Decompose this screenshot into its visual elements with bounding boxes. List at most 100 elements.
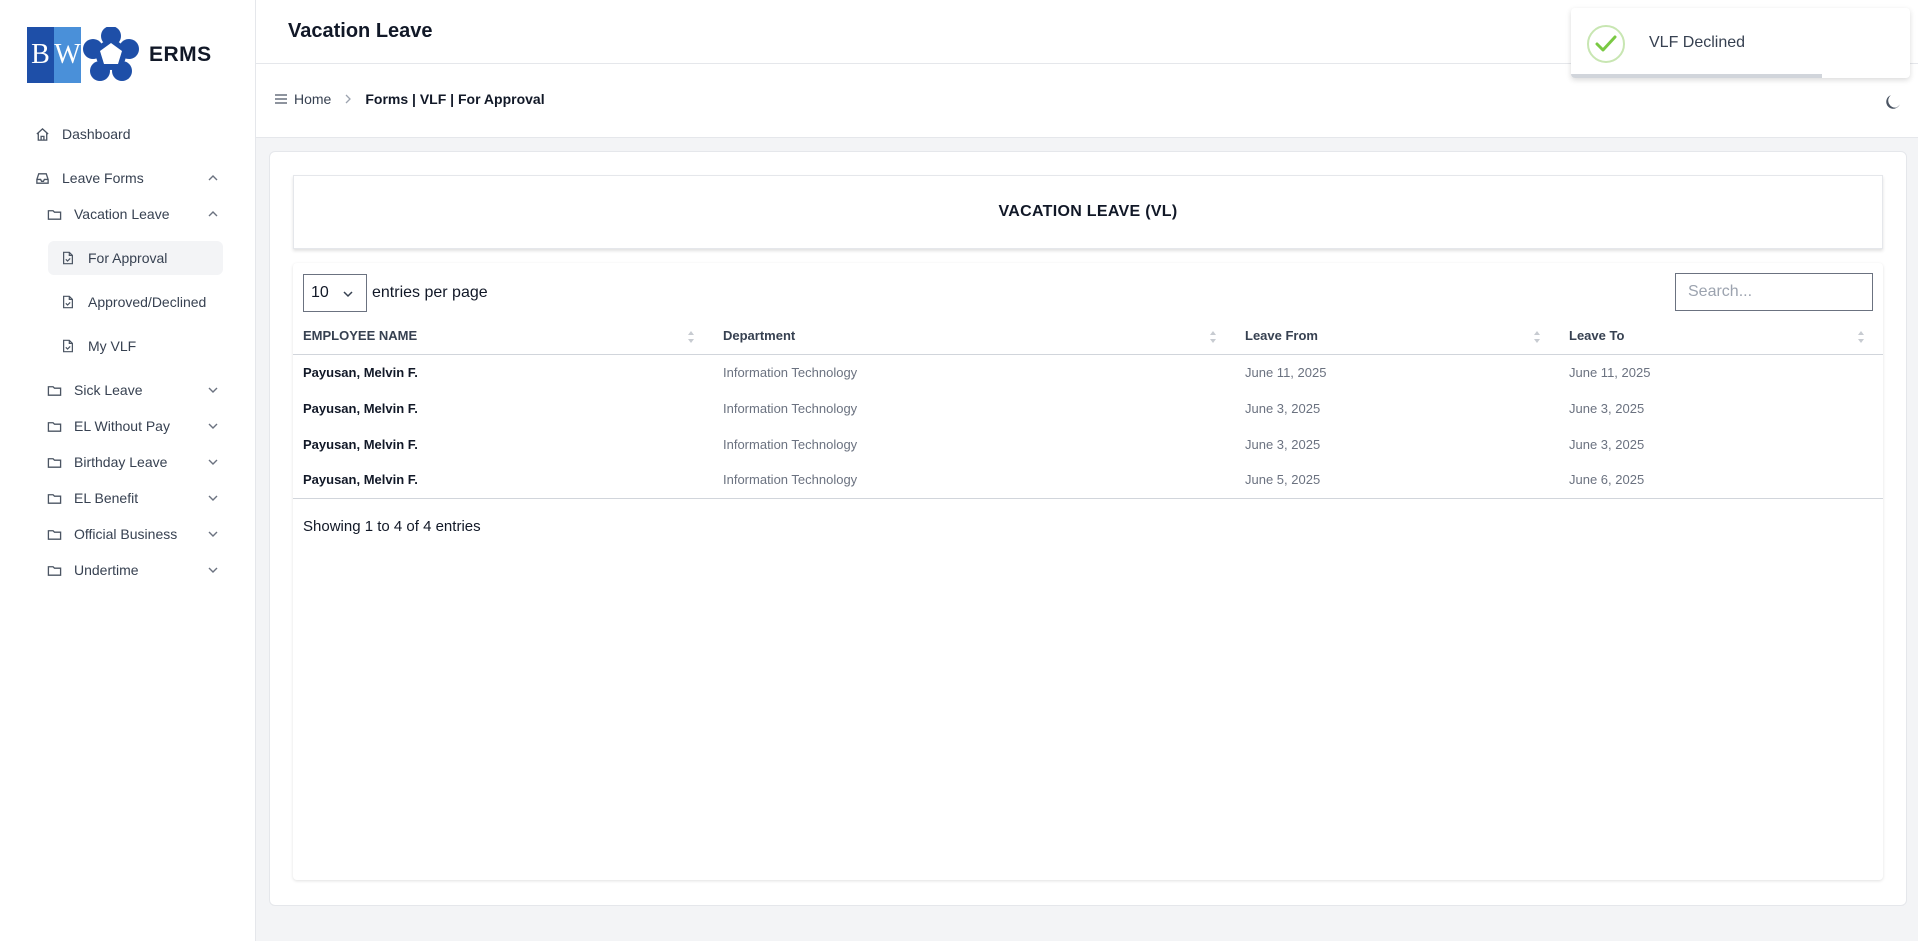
sidebar-item-birthday-leave[interactable]: Birthday Leave <box>46 452 220 472</box>
table-row[interactable]: Payusan, Melvin F. Information Technolog… <box>293 354 1883 390</box>
chevron-down-icon <box>206 563 220 577</box>
toast-notification[interactable]: VLF Declined <box>1571 8 1910 78</box>
column-header-label: Leave From <box>1245 328 1318 344</box>
table-row[interactable]: Payusan, Melvin F. Information Technolog… <box>293 390 1883 426</box>
cell-employee-name: Payusan, Melvin F. <box>303 364 418 380</box>
cell-leave-from: June 11, 2025 <box>1245 364 1327 380</box>
sort-icon <box>1857 330 1865 347</box>
sidebar-item-label: Birthday Leave <box>74 454 168 470</box>
sort-icon <box>1209 330 1217 347</box>
table-row[interactable]: Payusan, Melvin F. Information Technolog… <box>293 426 1883 462</box>
folder-icon <box>46 382 62 398</box>
cell-employee-name: Payusan, Melvin F. <box>303 400 418 416</box>
file-icon <box>60 338 76 354</box>
sidebar-item-label: EL Without Pay <box>74 418 170 434</box>
sidebar-item-label: Approved/Declined <box>88 294 207 310</box>
sort-icon <box>1533 330 1541 347</box>
cell-leave-to: June 6, 2025 <box>1559 462 1883 499</box>
sidebar-item-undertime[interactable]: Undertime <box>46 560 220 580</box>
sidebar-item-my-vlf[interactable]: My VLF <box>60 336 220 356</box>
cell-department: Information Technology <box>723 436 858 452</box>
sidebar-item-dashboard[interactable]: Dashboard <box>34 124 224 144</box>
sidebar-item-label: My VLF <box>88 338 137 354</box>
sidebar-item-for-approval[interactable]: For Approval <box>48 241 223 275</box>
file-icon <box>60 250 76 266</box>
sort-icon <box>687 330 695 347</box>
leave-table: EMPLOYEE NAME Department Leave From Leav… <box>293 318 1883 499</box>
logo-letter-w: W <box>54 27 81 83</box>
cell-leave-from: June 5, 2025 <box>1235 462 1559 499</box>
home-icon <box>34 126 50 142</box>
flower-logo-icon <box>81 27 141 83</box>
cell-department: Information Technology <box>713 462 1235 499</box>
sidebar-item-label: Official Business <box>74 526 178 542</box>
sidebar-item-approved-declined[interactable]: Approved/Declined <box>60 292 220 312</box>
breadcrumb-current: Forms | VLF | For Approval <box>365 91 545 107</box>
folder-icon <box>46 562 62 578</box>
app-name: ERMS <box>149 43 212 66</box>
sidebar-item-label: Vacation Leave <box>74 206 170 222</box>
entries-per-page: 10 entries per page <box>303 274 488 312</box>
cell-leave-to: June 3, 2025 <box>1569 400 1645 416</box>
sidebar-item-sick-leave[interactable]: Sick Leave <box>46 380 220 400</box>
success-check-icon <box>1587 25 1625 63</box>
sidebar-item-el-benefit[interactable]: EL Benefit <box>46 488 220 508</box>
cell-leave-from: June 3, 2025 <box>1245 436 1321 452</box>
toast-progress-bar <box>1571 74 1822 78</box>
sidebar-item-label: Undertime <box>74 562 139 578</box>
app-logo[interactable]: B W ERMS <box>27 27 212 83</box>
table-row[interactable]: Payusan, Melvin F. Information Technolog… <box>293 462 1883 499</box>
form-title-box: VACATION LEAVE (VL) <box>293 175 1883 249</box>
column-header-label: Leave To <box>1569 328 1625 344</box>
datatable: 10 entries per page EMPLOYEE NAME Depart… <box>293 263 1883 880</box>
chevron-up-icon <box>206 171 220 185</box>
cell-leave-to: June 11, 2025 <box>1569 364 1651 380</box>
sidebar-item-label: For Approval <box>88 250 168 266</box>
sidebar-item-label: Sick Leave <box>74 382 143 398</box>
file-icon <box>60 294 76 310</box>
sidebar-item-vacation-leave[interactable]: Vacation Leave <box>46 204 220 224</box>
folder-icon <box>46 526 62 542</box>
breadcrumb-home[interactable]: Home <box>294 91 331 107</box>
chevron-down-icon <box>206 419 220 433</box>
dark-mode-toggle-icon[interactable] <box>1884 93 1902 111</box>
cell-employee-name: Payusan, Melvin F. <box>303 436 418 452</box>
column-header-department[interactable]: Department <box>713 318 1235 355</box>
chevron-down-icon <box>206 455 220 469</box>
table-header-row: EMPLOYEE NAME Department Leave From Leav… <box>293 318 1883 355</box>
search-input[interactable] <box>1675 273 1873 311</box>
folder-icon <box>46 490 62 506</box>
cell-employee-name: Payusan, Melvin F. <box>293 462 713 499</box>
chevron-down-icon <box>206 527 220 541</box>
cell-leave-from: June 3, 2025 <box>1245 400 1321 416</box>
sidebar-item-official-business[interactable]: Official Business <box>46 524 220 544</box>
sidebar-item-label: Dashboard <box>62 126 131 142</box>
column-header-label: EMPLOYEE NAME <box>303 328 418 344</box>
sidebar-item-leave-forms[interactable]: Leave Forms <box>34 168 220 188</box>
sidebar-item-el-without-pay[interactable]: EL Without Pay <box>46 416 220 436</box>
column-header-leave-from[interactable]: Leave From <box>1235 318 1559 355</box>
column-header-label: Department <box>723 328 796 344</box>
folder-icon <box>46 454 62 470</box>
column-header-leave-to[interactable]: Leave To <box>1559 318 1883 355</box>
folder-icon <box>46 418 62 434</box>
sidebar-item-label: EL Benefit <box>74 490 139 506</box>
form-title: VACATION LEAVE (VL) <box>998 203 1178 220</box>
menu-icon[interactable] <box>274 93 288 105</box>
folder-icon <box>46 206 62 222</box>
toast-message: VLF Declined <box>1649 34 1746 51</box>
chevron-down-icon <box>342 287 354 305</box>
breadcrumb: Home Forms | VLF | For Approval <box>274 91 545 107</box>
per-page-value: 10 <box>311 284 329 301</box>
sidebar-item-label: Leave Forms <box>62 170 144 186</box>
column-header-employee-name[interactable]: EMPLOYEE NAME <box>293 318 713 355</box>
cell-department: Information Technology <box>723 364 858 380</box>
chevron-right-icon <box>343 93 353 105</box>
inbox-icon <box>34 170 50 186</box>
chevron-down-icon <box>206 383 220 397</box>
bw-logo-mark: B W <box>27 27 81 83</box>
table-info: Showing 1 to 4 of 4 entries <box>303 518 481 535</box>
chevron-down-icon <box>206 491 220 505</box>
chevron-up-icon <box>206 207 220 221</box>
per-page-select[interactable]: 10 <box>303 274 367 312</box>
